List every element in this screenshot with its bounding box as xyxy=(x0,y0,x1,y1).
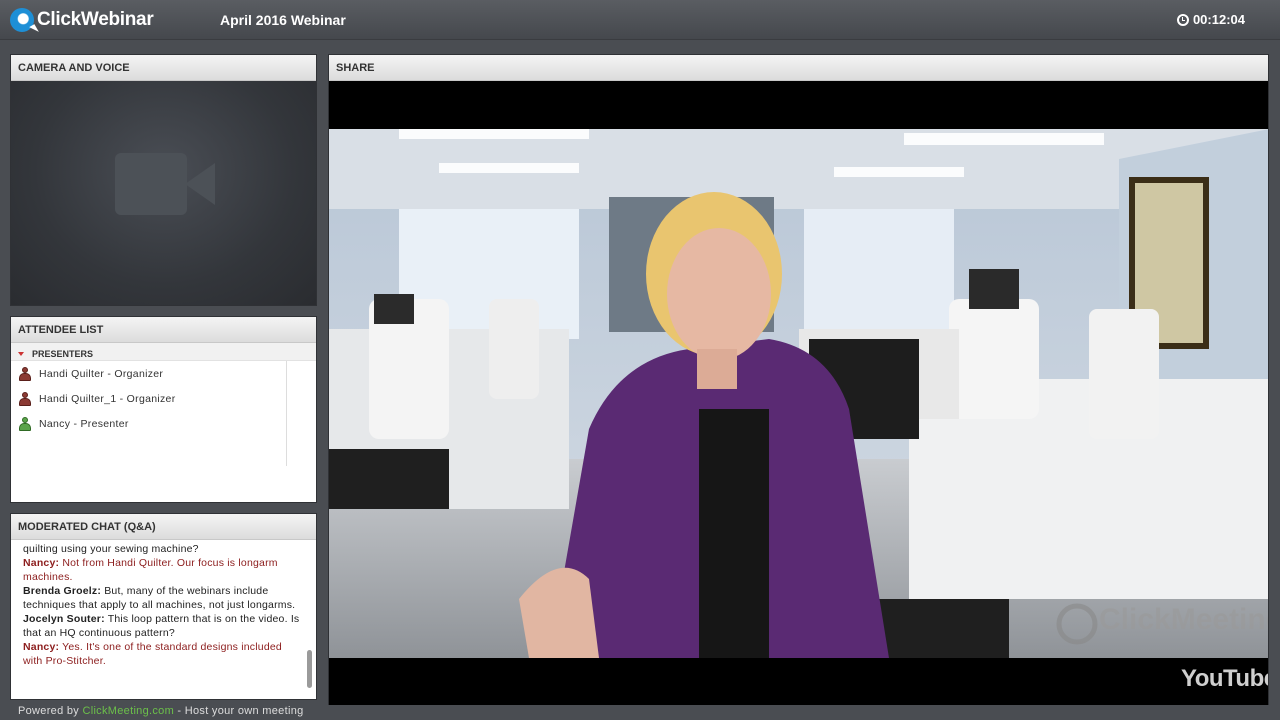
attendee-list: Handi Quilter - Organizer Handi Quilter_… xyxy=(11,361,316,501)
attendee-list-title: ATTENDEE LIST xyxy=(11,317,316,343)
organizer-person-icon xyxy=(18,366,32,381)
session-timer: 00:12:04 xyxy=(1176,12,1245,27)
camera-panel: CAMERA AND VOICE xyxy=(10,54,317,306)
webinar-title: April 2016 Webinar xyxy=(220,12,346,28)
footer: Powered by ClickMeeting.com - Host your … xyxy=(18,705,304,717)
group-label: PRESENTERS xyxy=(32,348,94,359)
clock-icon xyxy=(1176,13,1189,26)
chat-message: Brenda Groelz: But, many of the webinars… xyxy=(23,584,302,612)
top-bar: ClickWebinar April 2016 Webinar 00:12:04 xyxy=(0,0,1280,40)
chat-author: Nancy: xyxy=(23,557,60,569)
presenter-person-icon xyxy=(18,416,32,431)
timer-value: 00:12:04 xyxy=(1192,12,1245,27)
chat-message: Nancy: Not from Handi Quilter. Our focus… xyxy=(23,556,302,584)
clickmeeting-link[interactable]: ClickMeeting.com xyxy=(82,705,174,717)
presenter-video-frame[interactable] xyxy=(329,129,1268,658)
clickwebinar-logo: ClickWebinar xyxy=(10,7,154,33)
video-camera-icon xyxy=(115,153,215,215)
footer-suffix: - Host your own meeting xyxy=(174,705,304,717)
chat-scrollbar[interactable] xyxy=(307,650,312,688)
logo-text: ClickWebinar xyxy=(37,9,154,30)
chat-text: quilting using your sewing machine? xyxy=(23,543,199,555)
chat-messages: quilting using your sewing machine? Nanc… xyxy=(11,540,316,699)
presenters-group-toggle[interactable]: PRESENTERS xyxy=(11,343,316,361)
chat-author: Brenda Groelz: xyxy=(23,585,102,597)
chat-text: Not from Handi Quilter. Our focus is lon… xyxy=(23,557,278,583)
chat-panel-title: MODERATED CHAT (Q&A) xyxy=(11,514,316,540)
camera-feed[interactable] xyxy=(11,81,316,305)
chat-text: Yes. It's one of the standard designs in… xyxy=(23,641,282,667)
attendee-name: Handi Quilter - Organizer xyxy=(39,367,164,380)
collapse-triangle-icon xyxy=(18,351,24,356)
youtube-logo[interactable]: YouTube xyxy=(1181,665,1268,693)
chat-message: Jocelyn Souter: This loop pattern that i… xyxy=(23,612,302,640)
attendee-row[interactable]: Handi Quilter_1 - Organizer xyxy=(11,386,316,411)
attendee-row[interactable]: Handi Quilter - Organizer xyxy=(11,361,316,386)
share-panel-title: SHARE xyxy=(329,55,1268,81)
clickwebinar-logo-icon xyxy=(10,8,34,32)
clickmeeting-watermark: ClickMeeting xyxy=(1099,603,1268,636)
organizer-person-icon xyxy=(18,391,32,406)
shared-video-area[interactable]: ClickMeeting YouTube xyxy=(329,81,1268,705)
chat-message: Nancy: Yes. It's one of the standard des… xyxy=(23,640,302,668)
attendee-name: Nancy - Presenter xyxy=(39,417,129,430)
share-panel: SHARE ClickMeeting YouTube xyxy=(328,54,1269,705)
chat-author: Nancy: xyxy=(23,641,60,653)
chat-author: Jocelyn Souter: xyxy=(23,613,105,625)
moderated-chat-panel: MODERATED CHAT (Q&A) quilting using your… xyxy=(10,513,317,700)
footer-prefix: Powered by xyxy=(18,705,83,717)
attendee-list-panel: ATTENDEE LIST PRESENTERS Handi Quilter -… xyxy=(10,316,317,503)
attendee-name: Handi Quilter_1 - Organizer xyxy=(39,392,176,405)
chat-message: quilting using your sewing machine? xyxy=(23,542,302,556)
attendee-row[interactable]: Nancy - Presenter xyxy=(11,411,316,436)
camera-panel-title: CAMERA AND VOICE xyxy=(11,55,316,81)
